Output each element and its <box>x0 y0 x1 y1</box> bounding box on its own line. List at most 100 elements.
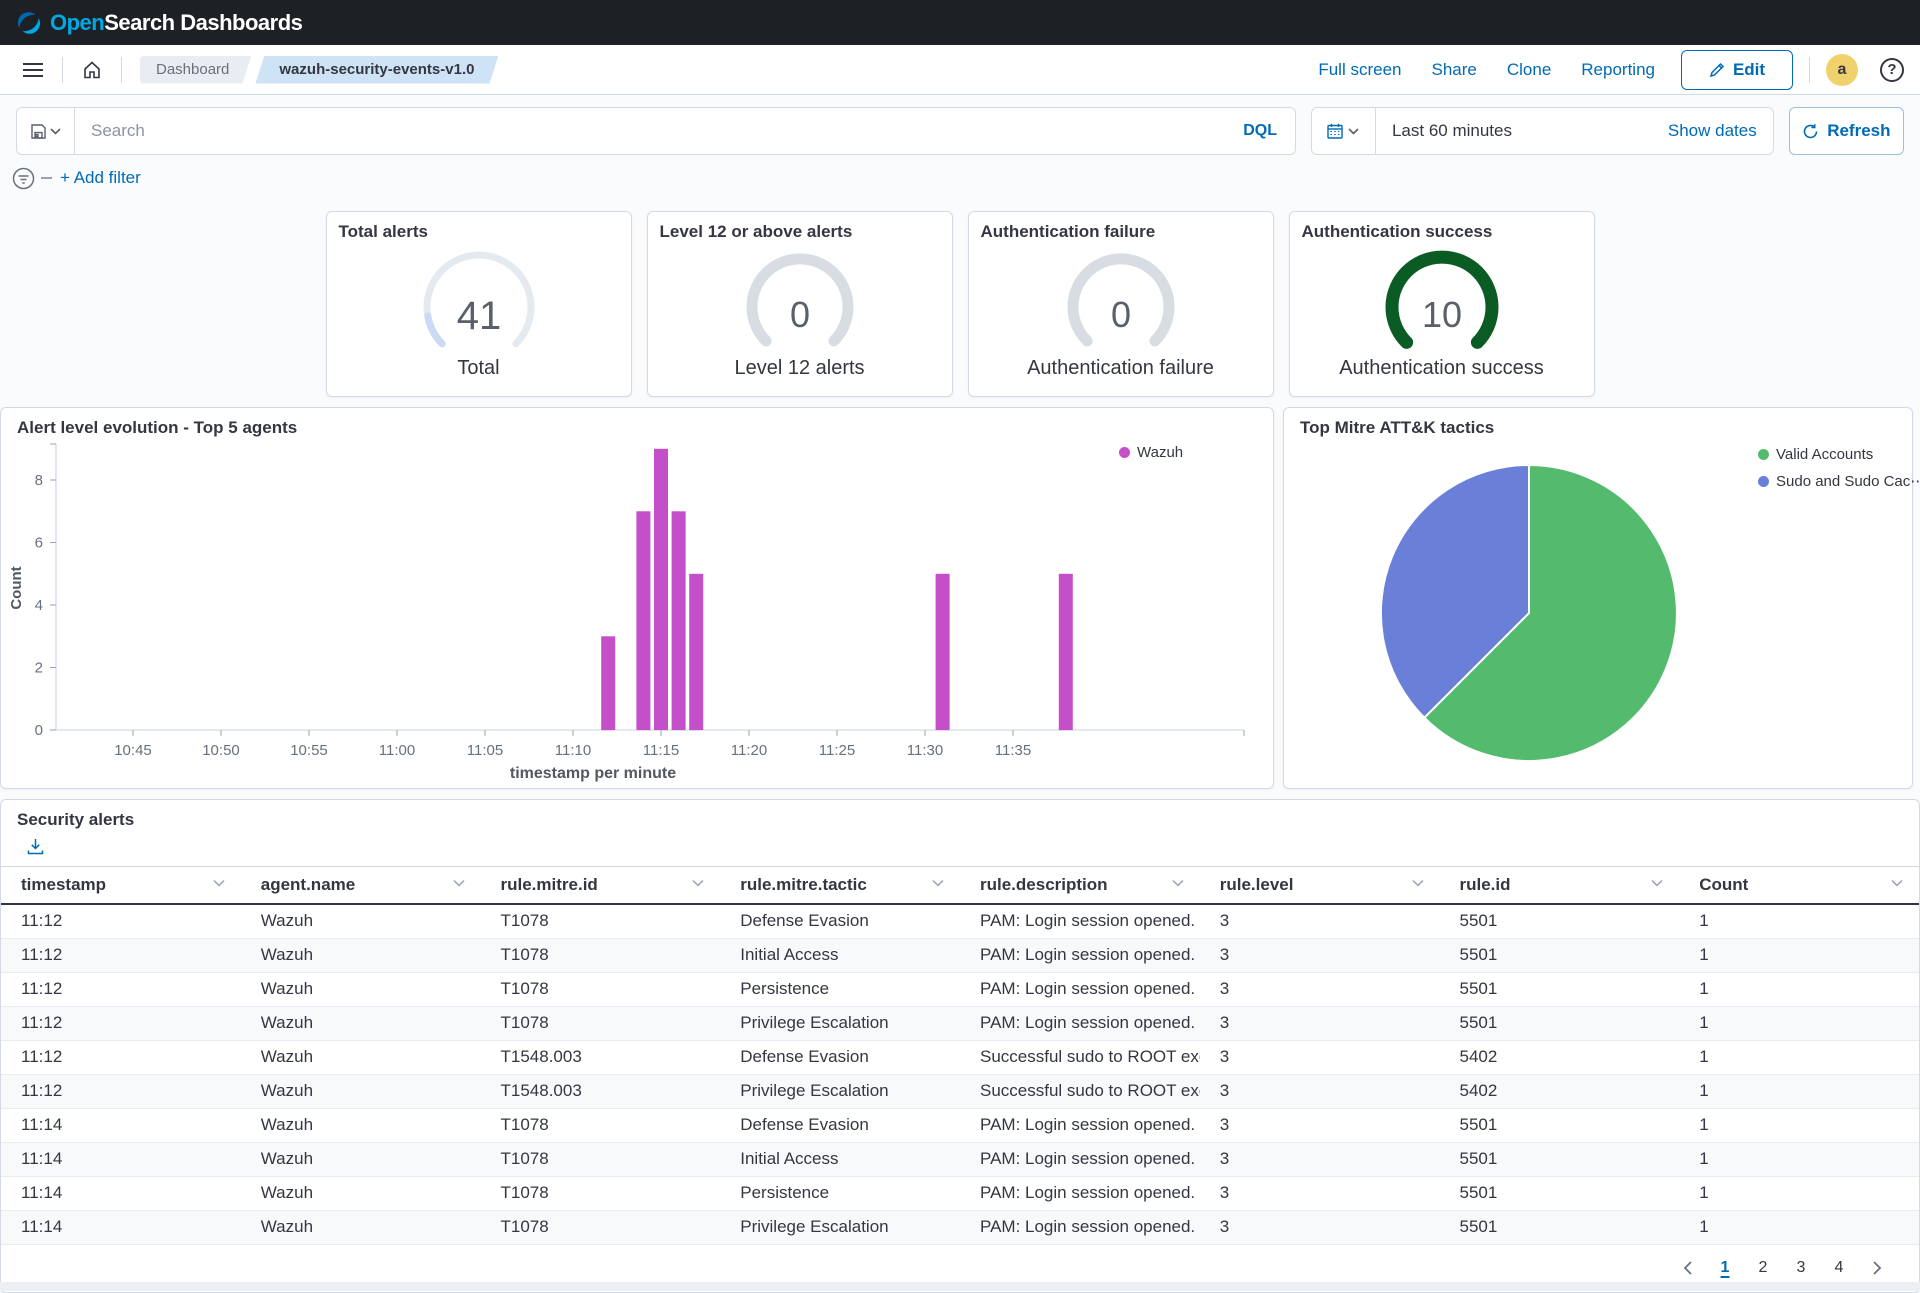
table-cell: 3 <box>1200 972 1440 1006</box>
menu-button[interactable] <box>16 53 50 87</box>
gauge-arc: 0 <box>969 240 1273 358</box>
svg-text:11:30: 11:30 <box>907 742 943 759</box>
app-header: OpenSearch Dashboards <box>0 0 1920 45</box>
avatar[interactable]: a <box>1826 54 1858 86</box>
page-button-3[interactable]: 3 <box>1785 1252 1817 1284</box>
add-filter-button[interactable]: + Add filter <box>60 168 141 188</box>
gauge-arc: 10 <box>1290 240 1594 358</box>
card-title: Total alerts <box>327 212 631 242</box>
svg-text:timestamp per minute: timestamp per minute <box>510 765 676 782</box>
column-header-count[interactable]: Count <box>1679 867 1919 905</box>
table-cell: 5501 <box>1440 972 1680 1006</box>
column-header-timestamp[interactable]: timestamp <box>1 867 241 905</box>
gauge-label: Authentication success <box>1290 357 1594 380</box>
bar[interactable] <box>672 511 686 730</box>
svg-text:10:55: 10:55 <box>290 742 328 759</box>
app-title: OpenSearch Dashboards <box>50 10 302 36</box>
column-header-rule-description[interactable]: rule.description <box>960 867 1200 905</box>
gauge: 10 Authentication success <box>1290 240 1594 380</box>
svg-text:11:25: 11:25 <box>819 742 855 759</box>
saved-query-menu-button[interactable] <box>17 108 75 154</box>
svg-text:41: 41 <box>456 294 501 338</box>
edit-button[interactable]: Edit <box>1681 50 1793 90</box>
table-cell: 5501 <box>1440 1108 1680 1142</box>
card-title: Level 12 or above alerts <box>648 212 952 242</box>
gauge: 0 Authentication failure <box>969 240 1273 380</box>
column-header-rule-mitre-id[interactable]: rule.mitre.id <box>481 867 721 905</box>
show-dates-button[interactable]: Show dates <box>1668 121 1773 141</box>
table-cell: 11:12 <box>1 972 241 1006</box>
clone-link[interactable]: Clone <box>1507 60 1551 80</box>
table-title: Security alerts <box>17 810 134 830</box>
home-button[interactable] <box>75 53 109 87</box>
table-cell: 5501 <box>1440 1142 1680 1176</box>
table-cell: 1 <box>1679 938 1919 972</box>
column-header-rule-level[interactable]: rule.level <box>1200 867 1440 905</box>
bar[interactable] <box>636 511 650 730</box>
table-cell: Wazuh <box>241 1210 481 1244</box>
share-link[interactable]: Share <box>1431 60 1476 80</box>
legend-item[interactable]: Wazuh <box>1119 444 1183 461</box>
table-cell: 3 <box>1200 1210 1440 1244</box>
chevron-down-icon <box>50 128 61 135</box>
column-header-rule-id[interactable]: rule.id <box>1440 867 1680 905</box>
table-cell: PAM: Login session opened. <box>960 904 1200 938</box>
table-row: 11:12WazuhT1078Initial AccessPAM: Login … <box>1 938 1919 972</box>
table-cell: Wazuh <box>241 1074 481 1108</box>
bar[interactable] <box>1059 574 1073 730</box>
legend-item[interactable]: Valid Accounts <box>1758 446 1920 463</box>
table-cell: 1 <box>1679 1210 1919 1244</box>
column-header-rule-mitre-tactic[interactable]: rule.mitre.tactic <box>720 867 960 905</box>
chevron-right-icon <box>1873 1261 1882 1275</box>
table-cell: T1078 <box>481 1210 721 1244</box>
bar-chart[interactable]: 0246810:4510:5010:5511:0011:0511:1011:15… <box>1 408 1273 788</box>
gauge-label: Level 12 alerts <box>648 357 952 380</box>
bar[interactable] <box>689 574 703 730</box>
previous-page-button[interactable] <box>1671 1252 1703 1284</box>
page-button-2[interactable]: 2 <box>1747 1252 1779 1284</box>
search-input[interactable] <box>75 121 1225 141</box>
breadcrumb-dashboard[interactable]: Dashboard <box>140 56 251 84</box>
table-cell: Successful sudo to ROOT execute <box>960 1074 1200 1108</box>
legend-item[interactable]: Sudo and Sudo Cac⋯ <box>1758 472 1920 490</box>
reporting-link[interactable]: Reporting <box>1581 60 1655 80</box>
full-screen-link[interactable]: Full screen <box>1318 60 1401 80</box>
bar[interactable] <box>936 574 950 730</box>
download-csv-button[interactable] <box>27 838 44 860</box>
table-cell: 1 <box>1679 1142 1919 1176</box>
table-cell: 11:12 <box>1 1006 241 1040</box>
svg-text:10:50: 10:50 <box>202 742 240 759</box>
bar[interactable] <box>601 636 615 730</box>
table-cell: 5501 <box>1440 1006 1680 1040</box>
filter-icon[interactable] <box>12 167 35 190</box>
gauge: 0 Level 12 alerts <box>648 240 952 380</box>
refresh-button[interactable]: Refresh <box>1789 107 1904 155</box>
page-button-4[interactable]: 4 <box>1823 1252 1855 1284</box>
legend-dot <box>1758 449 1769 460</box>
next-page-button[interactable] <box>1861 1252 1893 1284</box>
help-icon[interactable]: ? <box>1880 58 1904 82</box>
table-cell: 11:14 <box>1 1108 241 1142</box>
date-quick-select-button[interactable] <box>1312 108 1376 154</box>
breadcrumb: Dashboard wazuh-security-events-v1.0 <box>140 56 498 84</box>
page-button-1[interactable]: 1 <box>1709 1252 1741 1284</box>
table-cell: 3 <box>1200 1142 1440 1176</box>
bar[interactable] <box>654 449 668 730</box>
time-range-value[interactable]: Last 60 minutes <box>1376 121 1512 141</box>
table-cell: Initial Access <box>720 938 960 972</box>
divider <box>62 57 63 83</box>
table-row: 11:12WazuhT1548.003Defense EvasionSucces… <box>1 1040 1919 1074</box>
gauge-label: Total <box>327 357 631 380</box>
table-cell: Wazuh <box>241 938 481 972</box>
table-cell: 11:14 <box>1 1176 241 1210</box>
svg-text:11:00: 11:00 <box>379 742 415 759</box>
legend-dot <box>1119 447 1130 458</box>
query-language-button[interactable]: DQL <box>1225 122 1295 140</box>
table-cell: Persistence <box>720 1176 960 1210</box>
column-header-agent-name[interactable]: agent.name <box>241 867 481 905</box>
sort-chevron-icon <box>1651 879 1663 887</box>
table-cell: 1 <box>1679 1006 1919 1040</box>
bar-chart-panel: Alert level evolution - Top 5 agents Waz… <box>0 407 1274 789</box>
svg-text:0: 0 <box>1110 294 1130 335</box>
svg-text:11:15: 11:15 <box>643 742 679 759</box>
